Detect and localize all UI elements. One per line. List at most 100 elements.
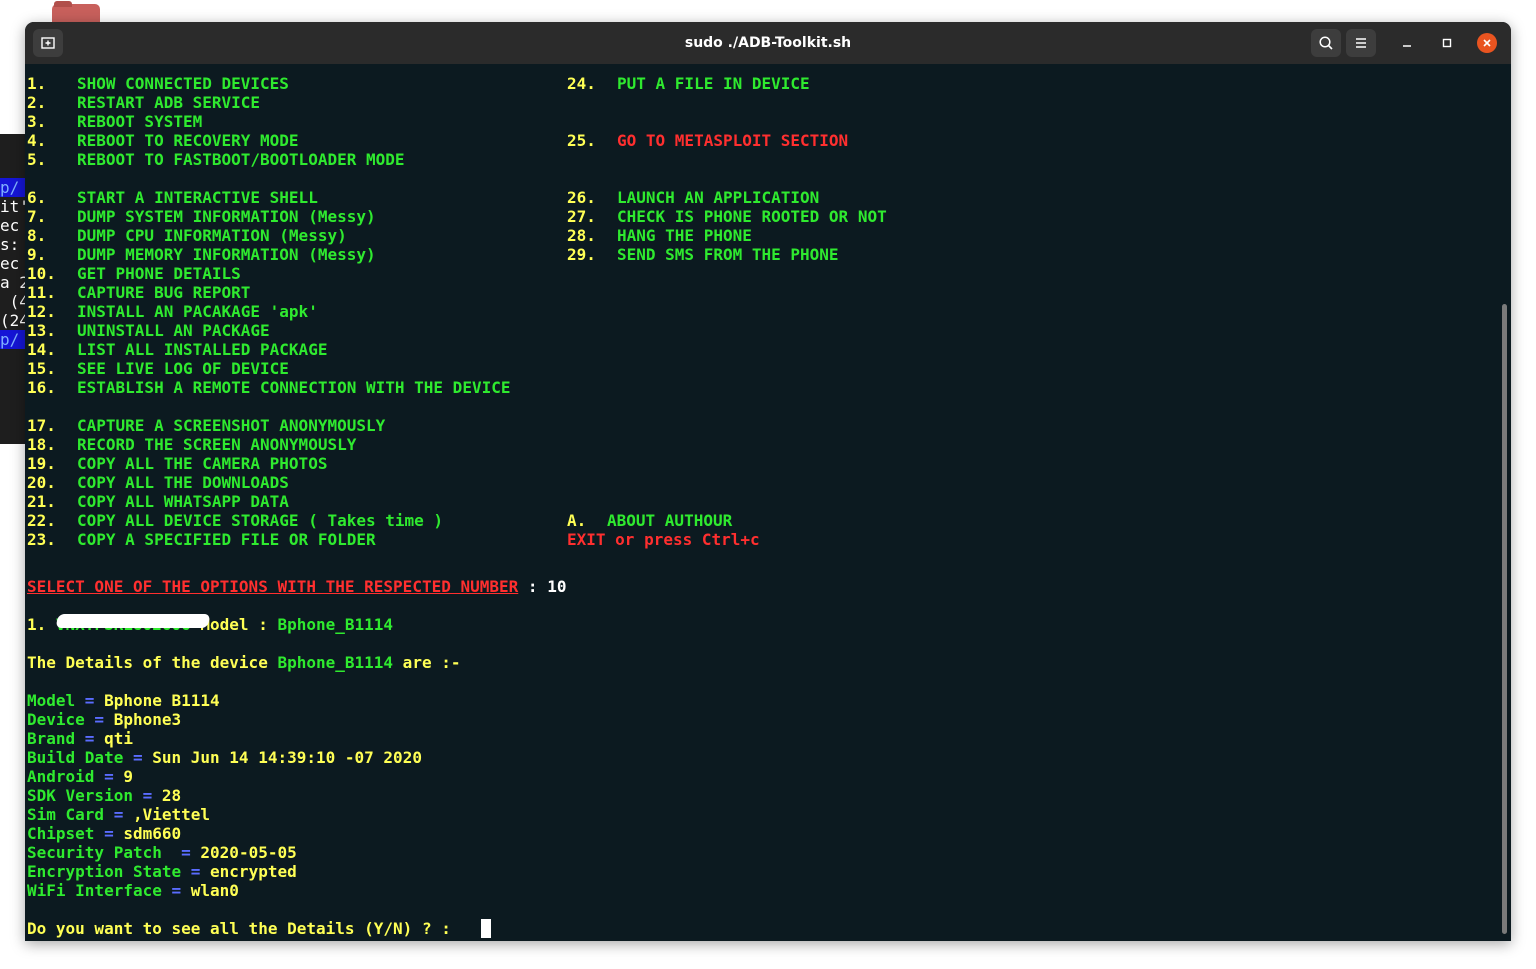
- details-header: The Details of the device Bphone_B1114 a…: [27, 653, 460, 672]
- detail-value: Bphone B1114: [104, 691, 220, 710]
- maximize-button[interactable]: [1437, 33, 1457, 53]
- background-text-fragment: p/: [0, 178, 26, 197]
- menu-option-number: A.: [567, 511, 587, 530]
- option-prompt-text: SELECT ONE OF THE OPTIONS WITH THE RESPE…: [27, 577, 519, 596]
- menu-option-number: 1.: [27, 74, 47, 93]
- detail-encryption-state: Encryption State = encrypted: [27, 862, 297, 881]
- menu-option-label: REBOOT TO RECOVERY MODE: [77, 131, 299, 150]
- menu-option-number: 16.: [27, 378, 56, 397]
- menu-option-number: 29.: [567, 245, 596, 264]
- detail-key: Security Patch: [27, 843, 172, 862]
- detail-equals: =: [132, 786, 162, 805]
- detail-equals: =: [161, 881, 191, 900]
- menu-option-label: SEE LIVE LOG OF DEVICE: [77, 359, 289, 378]
- detail-key: Sim Card: [27, 805, 105, 824]
- close-button[interactable]: [1477, 33, 1497, 53]
- menu-option-number: 28.: [567, 226, 596, 245]
- menu-option-label: LAUNCH AN APPLICATION: [617, 188, 820, 207]
- menu-option-label: INSTALL AN PACAKAGE 'apk': [77, 302, 318, 321]
- detail-equals: =: [171, 843, 201, 862]
- device-number: 1.: [27, 615, 56, 634]
- detail-sdk-version: SDK Version = 28: [27, 786, 181, 805]
- menu-option-label: RECORD THE SCREEN ANONYMOUSLY: [77, 435, 357, 454]
- prompt-input-value: 10: [547, 577, 567, 596]
- maximize-icon: [1442, 38, 1452, 48]
- detail-key: Device: [27, 710, 85, 729]
- title-bar[interactable]: sudo ./ADB-Toolkit.sh: [25, 22, 1511, 64]
- menu-option-label: DUMP SYSTEM INFORMATION (Messy): [77, 207, 376, 226]
- detail-brand: Brand = qti: [27, 729, 133, 748]
- detail-value: Sun Jun 14 14:39:10 -07 2020: [152, 748, 422, 767]
- menu-option-label: UNINSTALL AN PACKAGE: [77, 321, 270, 340]
- detail-value: Bphone3: [113, 710, 182, 729]
- terminal-window[interactable]: sudo ./ADB-Toolkit.sh SELECT ONE OF THE …: [25, 22, 1511, 941]
- terminal-scrollbar[interactable]: [1502, 304, 1507, 934]
- background-text-fragment: it': [0, 197, 26, 216]
- menu-option-number: 10.: [27, 264, 56, 283]
- menu-option-number: 9.: [27, 245, 47, 264]
- menu-option-label: START A INTERACTIVE SHELL: [77, 188, 318, 207]
- desktop-folder-icon[interactable]: [52, 1, 100, 22]
- menu-option-number: 24.: [567, 74, 596, 93]
- background-terminal-window[interactable]: p/it'ecs:eca 2 (4(24p/: [0, 134, 26, 444]
- menu-option-number: 11.: [27, 283, 56, 302]
- details-header-model: Bphone_B1114: [277, 653, 394, 672]
- menu-option-number: 25.: [567, 131, 596, 150]
- menu-option-label: COPY ALL DEVICE STORAGE ( Takes time ): [77, 511, 444, 530]
- menu-option-label: SHOW CONNECTED DEVICES: [77, 74, 289, 93]
- details-header-suffix: are :-: [393, 653, 461, 672]
- terminal-output[interactable]: SELECT ONE OF THE OPTIONS WITH THE RESPE…: [27, 64, 1497, 941]
- detail-value: sdm660: [123, 824, 182, 843]
- menu-option-number: 8.: [27, 226, 47, 245]
- menu-option-label: DUMP MEMORY INFORMATION (Messy): [77, 245, 376, 264]
- menu-option-number: 15.: [27, 359, 56, 378]
- exit-option-label: EXIT or press Ctrl+c: [567, 530, 760, 549]
- menu-option-number: 22.: [27, 511, 56, 530]
- details-confirm-text: Do you want to see all the Details (Y/N)…: [27, 919, 461, 938]
- detail-security-patch: Security Patch = 2020-05-05: [27, 843, 297, 862]
- detail-key: Android: [27, 767, 95, 786]
- menu-option-label: DUMP CPU INFORMATION (Messy): [77, 226, 347, 245]
- detail-key: SDK Version: [27, 786, 133, 805]
- menu-option-label: LIST ALL INSTALLED PACKAGE: [77, 340, 328, 359]
- menu-option-number: 5.: [27, 150, 47, 169]
- menu-option-number: 18.: [27, 435, 56, 454]
- menu-option-label: CAPTURE BUG REPORT: [77, 283, 251, 302]
- detail-value: ,Viettel: [132, 805, 211, 824]
- detail-value: 28: [161, 786, 182, 805]
- menu-option-label: COPY ALL THE CAMERA PHOTOS: [77, 454, 328, 473]
- menu-option-label: GO TO METASPLOIT SECTION: [617, 131, 849, 150]
- menu-option-label: GET PHONE DETAILS: [77, 264, 241, 283]
- minimize-icon: [1403, 45, 1411, 47]
- text-cursor: [481, 919, 491, 938]
- menu-option-label: ESTABLISH A REMOTE CONNECTION WITH THE D…: [77, 378, 511, 397]
- menu-option-label: PUT A FILE IN DEVICE: [617, 74, 810, 93]
- exit-option: EXIT or press Ctrl+c: [567, 530, 760, 549]
- detail-key: WiFi Interface: [27, 881, 162, 900]
- detail-key: Model: [27, 691, 76, 710]
- detail-value: 2020-05-05: [200, 843, 297, 862]
- menu-option-label: COPY ALL THE DOWNLOADS: [77, 473, 289, 492]
- menu-option-label: CHECK IS PHONE ROOTED OR NOT: [617, 207, 887, 226]
- detail-sim-card: Sim Card = ,Viettel: [27, 805, 210, 824]
- menu-option-number: 13.: [27, 321, 56, 340]
- detail-device: Device = Bphone3: [27, 710, 181, 729]
- menu-button[interactable]: [1346, 29, 1376, 57]
- background-text-fragment: (4: [9, 292, 26, 311]
- search-button[interactable]: [1311, 29, 1341, 57]
- menu-option-label: REBOOT TO FASTBOOT/BOOTLOADER MODE: [77, 150, 405, 169]
- background-text-fragment: a 2: [0, 273, 26, 292]
- menu-option-label: COPY ALL WHATSAPP DATA: [77, 492, 289, 511]
- background-text-fragment: (24: [0, 311, 26, 330]
- menu-option-label: CAPTURE A SCREENSHOT ANONYMOUSLY: [77, 416, 386, 435]
- menu-option-number: 4.: [27, 131, 47, 150]
- background-text-fragment: s:: [0, 235, 20, 254]
- menu-option-number: 27.: [567, 207, 596, 226]
- detail-value: encrypted: [210, 862, 297, 881]
- details-confirm-prompt: Do you want to see all the Details (Y/N)…: [27, 919, 460, 938]
- window-title: sudo ./ADB-Toolkit.sh: [684, 35, 852, 51]
- hamburger-menu-icon: [1356, 38, 1366, 48]
- detail-equals: =: [123, 748, 153, 767]
- minimize-button[interactable]: [1397, 33, 1417, 53]
- detail-build-date: Build Date = Sun Jun 14 14:39:10 -07 202…: [27, 748, 422, 767]
